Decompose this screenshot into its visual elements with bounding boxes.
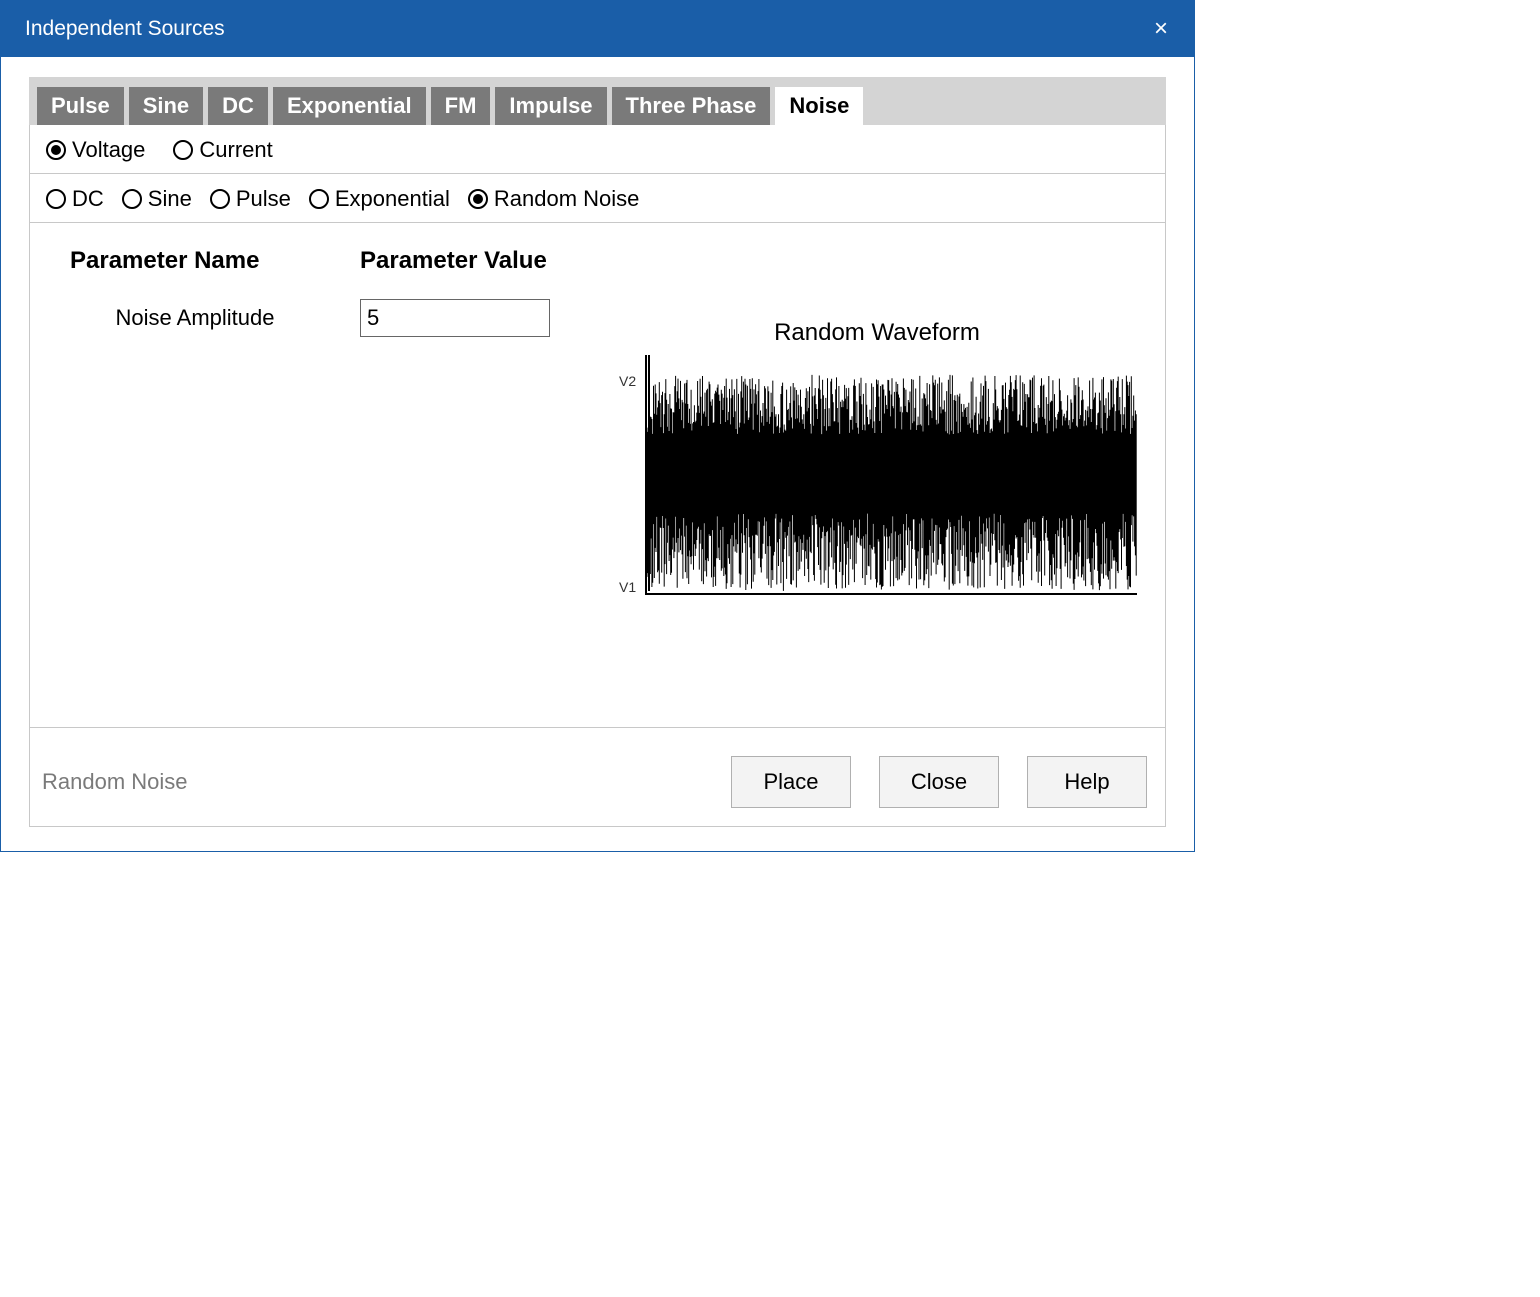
radio-icon [46, 140, 66, 160]
radio-icon [210, 189, 230, 209]
help-button[interactable]: Help [1027, 756, 1147, 808]
tabstrip: Pulse Sine DC Exponential FM Impulse Thr… [29, 77, 1166, 125]
titlebar: Independent Sources × [1, 1, 1194, 57]
waveform-type-row: DC Sine Pulse Exponential Random Noise [30, 174, 1165, 223]
close-button[interactable]: Close [879, 756, 999, 808]
header-param-name: Parameter Name [70, 247, 320, 275]
chart-axes: V2 V1 [645, 355, 1137, 595]
place-button[interactable]: Place [731, 756, 851, 808]
noise-amplitude-input[interactable] [360, 299, 550, 337]
tab-exponential[interactable]: Exponential [273, 87, 426, 125]
y-tick-v1: V1 [619, 579, 636, 595]
dialog-window: Independent Sources × Pulse Sine DC Expo… [0, 0, 1195, 852]
radio-icon [309, 189, 329, 209]
header-param-value: Parameter Value [360, 247, 610, 275]
y-tick-v2: V2 [619, 373, 636, 389]
tab-sine[interactable]: Sine [129, 87, 203, 125]
parameter-headers: Parameter Name Parameter Value [70, 247, 1137, 275]
radio-label: Current [199, 137, 272, 163]
radio-icon [468, 189, 488, 209]
radio-voltage[interactable]: Voltage [46, 137, 145, 163]
radio-label: DC [72, 186, 104, 212]
tab-impulse[interactable]: Impulse [495, 87, 606, 125]
radio-icon [173, 140, 193, 160]
dialog-footer: Random Noise Place Close Help [30, 727, 1165, 826]
radio-label: Exponential [335, 186, 450, 212]
radio-label: Voltage [72, 137, 145, 163]
tab-threephase[interactable]: Three Phase [612, 87, 771, 125]
chart-title: Random Waveform [617, 319, 1137, 347]
radio-label: Sine [148, 186, 192, 212]
tab-panel: Voltage Current DC Sine Pulse [29, 125, 1166, 827]
footer-status-label: Random Noise [42, 769, 188, 795]
parameter-area: Parameter Name Parameter Value Noise Amp… [30, 223, 1165, 703]
radio-label: Random Noise [494, 186, 640, 212]
footer-buttons: Place Close Help [731, 756, 1147, 808]
radio-wf-pulse[interactable]: Pulse [210, 186, 291, 212]
radio-icon [122, 189, 142, 209]
radio-icon [46, 189, 66, 209]
noise-trace-icon [647, 355, 1137, 593]
tab-dc[interactable]: DC [208, 87, 268, 125]
radio-wf-dc[interactable]: DC [46, 186, 104, 212]
waveform-preview: Random Waveform V2 V1 [617, 319, 1137, 595]
tab-pulse[interactable]: Pulse [37, 87, 124, 125]
radio-current[interactable]: Current [173, 137, 272, 163]
param-label: Noise Amplitude [70, 305, 320, 331]
close-icon[interactable]: × [1144, 11, 1178, 47]
dialog-content: Pulse Sine DC Exponential FM Impulse Thr… [1, 57, 1194, 851]
window-title: Independent Sources [25, 17, 225, 41]
tab-noise[interactable]: Noise [775, 87, 863, 125]
source-type-row: Voltage Current [30, 125, 1165, 174]
radio-wf-sine[interactable]: Sine [122, 186, 192, 212]
radio-label: Pulse [236, 186, 291, 212]
tab-fm[interactable]: FM [431, 87, 491, 125]
radio-wf-exponential[interactable]: Exponential [309, 186, 450, 212]
radio-wf-randomnoise[interactable]: Random Noise [468, 186, 640, 212]
